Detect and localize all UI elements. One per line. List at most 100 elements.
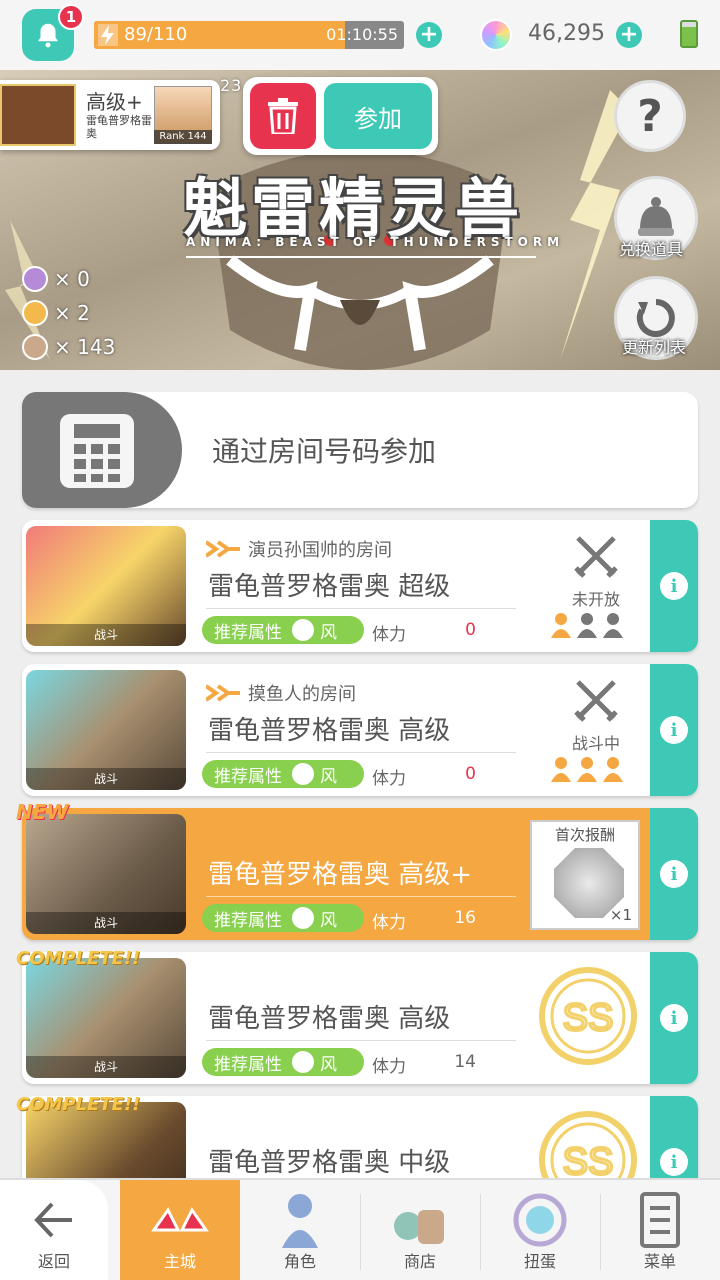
castle-icon (151, 1207, 209, 1232)
info-button[interactable]: i (650, 808, 698, 940)
title-divider (206, 1040, 516, 1041)
nav-label: 菜单 (643, 1252, 676, 1271)
quest-title: 雷龟普罗格雷奥 高级 (208, 1004, 451, 1034)
info-button[interactable]: i (650, 664, 698, 796)
add-gems-button[interactable]: + (616, 22, 642, 48)
thumbnail-label: 战斗 (26, 1056, 186, 1078)
bolt-icon (98, 24, 118, 46)
stamina-cost: 0 (465, 620, 476, 640)
player-icon (551, 757, 571, 782)
attribute-label: 推荐属性 (214, 910, 282, 931)
player-icon (577, 613, 597, 638)
monster-thumbnail (0, 84, 76, 146)
thumbnail-label: 战斗 (26, 624, 186, 646)
exchange-items-label: 兑换道具 (619, 240, 684, 259)
help-button[interactable]: ? (614, 80, 686, 152)
new-badge: NEW (16, 800, 69, 824)
room-card[interactable]: 战斗 演员孙国帅的房间 雷龟普罗格雷奥 超级 推荐属性 风 体力 0 未开放 i (22, 520, 698, 652)
ticket-count: × 143 (54, 335, 116, 359)
host-name: 演员孙国帅的房间 (248, 540, 392, 561)
room-preview-popup: 高级+ 雷龟普罗格雷奥 Rank 144 (0, 80, 220, 150)
plus-icon: + (419, 22, 439, 47)
player-icon (603, 757, 623, 782)
monster-thumbnail: 战斗 (26, 814, 186, 934)
nav-home[interactable]: 主城 (120, 1180, 240, 1280)
ticket-icon (22, 266, 48, 292)
monster-thumbnail: 战斗 (26, 526, 186, 646)
wind-icon (292, 907, 314, 929)
room-join-label: 通过房间号码参加 (212, 435, 437, 468)
nav-label: 角色 (283, 1252, 316, 1271)
ticket-gold: × 2 (22, 300, 90, 326)
double-arrow-icon (206, 540, 240, 558)
double-arrow-icon (206, 684, 240, 702)
bell-icon (38, 23, 58, 48)
nav-label: 扭蛋 (523, 1252, 556, 1271)
info-icon: i (660, 716, 688, 744)
first-clear-reward: 首次报酬 ×1 (530, 820, 640, 930)
title-divider (206, 608, 516, 609)
back-label: 返回 (37, 1252, 70, 1271)
title-divider (206, 896, 516, 897)
monster-thumbnail: 战斗 (26, 670, 186, 790)
quest-card[interactable]: 战斗 雷龟普罗格雷奥 高级 推荐属性 风 体力 14 SS i (22, 952, 698, 1084)
battery-icon (680, 20, 698, 48)
popup-monster-name: 雷龟普罗格雷奥 (86, 114, 152, 140)
join-button[interactable]: 参加 (324, 83, 432, 149)
attribute-label: 推荐属性 (214, 1054, 282, 1075)
shop-bag-icon (394, 1210, 444, 1244)
room-title: 雷龟普罗格雷奥 高级 (208, 716, 451, 746)
room-title: 雷龟普罗格雷奥 超级 (208, 572, 451, 602)
delete-button[interactable] (250, 83, 316, 149)
stamina-label: 体力 (372, 625, 406, 645)
stamina-value: 89/110 (124, 24, 188, 45)
attribute-label: 推荐属性 (214, 766, 282, 787)
stamina-bar: 89/110 01:10:55 (94, 21, 404, 49)
ss-rank-medal: SS (539, 967, 637, 1065)
join-by-room-number-button[interactable]: 通过房间号码参加 (22, 392, 698, 508)
recommended-attribute: 推荐属性 风 (202, 616, 364, 644)
back-button[interactable]: 返回 (0, 1180, 108, 1280)
stamina-cost: 14 (454, 1052, 476, 1072)
attribute-value: 风 (320, 1054, 337, 1075)
rank-text: SS (563, 1141, 614, 1183)
plus-icon: + (619, 22, 639, 47)
rank-text: SS (563, 997, 614, 1039)
room-host: 演员孙国帅的房间 (206, 536, 392, 562)
recommended-attribute: 推荐属性 风 (202, 904, 364, 932)
gacha-orb-icon (513, 1193, 567, 1247)
quest-title: 雷龟普罗格雷奥 高级+ (208, 860, 473, 890)
info-button[interactable]: i (650, 520, 698, 652)
popup-grade: 高级+ (86, 90, 143, 114)
notification-badge: 1 (58, 4, 84, 30)
room-card[interactable]: 战斗 摸鱼人的房间 雷龟普罗格雷奥 高级 推荐属性 风 体力 0 战斗中 i (22, 664, 698, 796)
info-button[interactable]: i (650, 952, 698, 1084)
attribute-value: 风 (320, 910, 337, 931)
info-icon: i (660, 1004, 688, 1032)
nav-label: 商店 (403, 1252, 436, 1271)
back-arrow-icon (34, 1202, 72, 1238)
stamina-label: 体力 (372, 769, 406, 789)
quest-card[interactable]: 战斗 雷龟普罗格雷奥 高级+ 推荐属性 风 体力 16 首次报酬 ×1 i (22, 808, 698, 940)
gem-count: 46,295 (528, 21, 605, 46)
subtitle-divider (186, 256, 536, 258)
ticket-icon (22, 334, 48, 360)
gem-icon (480, 19, 512, 51)
add-stamina-button[interactable]: + (416, 22, 442, 48)
attribute-value: 风 (320, 622, 337, 643)
complete-badge: COMPLETE!! (16, 1094, 141, 1115)
host-rank: Rank 144 (154, 130, 212, 144)
question-icon: ? (637, 90, 663, 142)
thumbnail-label: 战斗 (26, 768, 186, 790)
monster-thumbnail: 战斗 (26, 958, 186, 1078)
info-icon: i (660, 860, 688, 888)
calculator-icon (60, 414, 134, 488)
attribute-value: 风 (320, 766, 337, 787)
recommended-attribute: 推荐属性 风 (202, 1048, 364, 1076)
nav-shop[interactable]: 商店 (360, 1180, 480, 1280)
trash-icon (268, 98, 298, 134)
nav-characters[interactable]: 角色 (240, 1180, 360, 1280)
nav-gacha[interactable]: 扭蛋 (480, 1180, 600, 1280)
nav-menu[interactable]: 菜单 (600, 1180, 720, 1280)
status-text: 战斗中 (571, 734, 620, 753)
